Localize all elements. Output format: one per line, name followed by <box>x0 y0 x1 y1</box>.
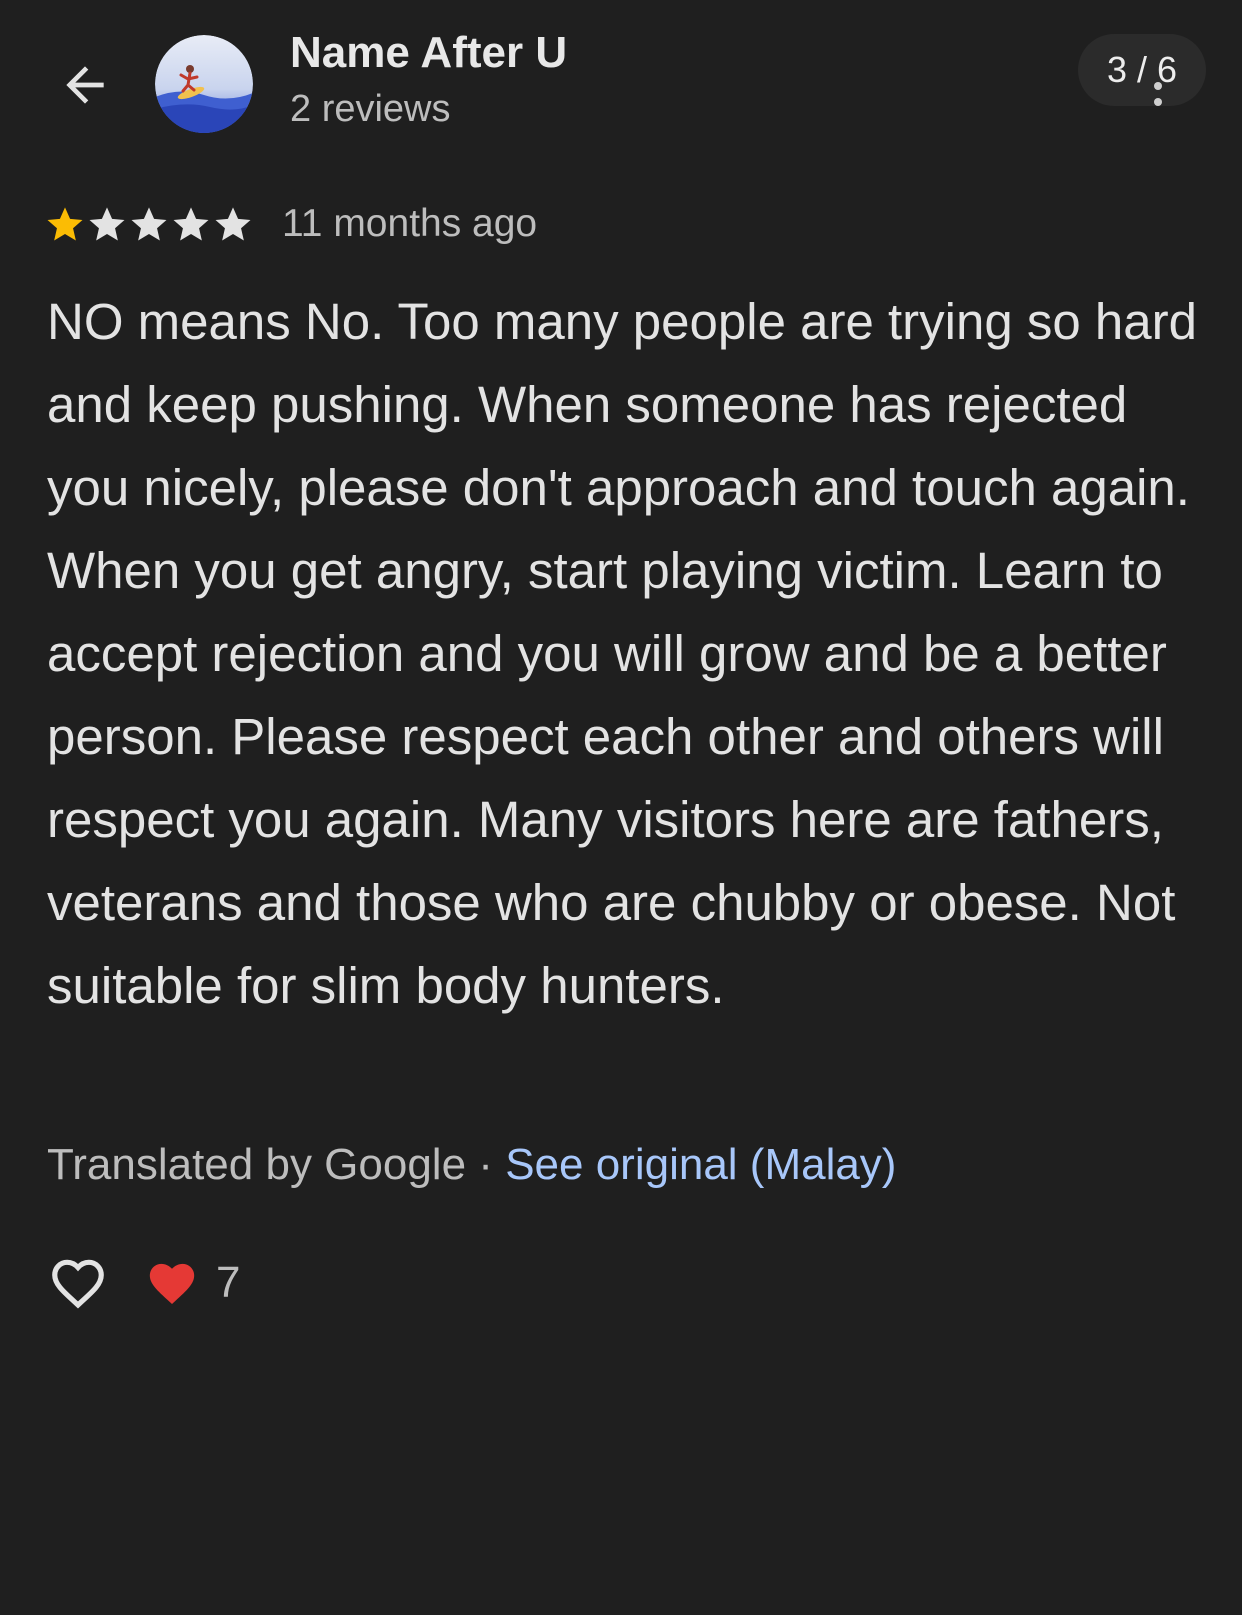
avatar[interactable] <box>155 35 253 133</box>
user-name[interactable]: Name After U <box>290 28 567 78</box>
reaction-summary[interactable]: 7 <box>144 1255 240 1311</box>
star-empty-icon <box>173 207 209 241</box>
rating-row: 11 months ago <box>44 196 537 252</box>
translation-row: Translated by Google · See original (Mal… <box>47 1140 896 1190</box>
user-review-count: 2 reviews <box>290 88 451 130</box>
star-filled-icon <box>47 207 83 241</box>
see-original-link[interactable]: See original (Malay) <box>505 1140 896 1189</box>
more-vert-icon[interactable] <box>1148 76 1168 116</box>
star-empty-icon <box>131 207 167 241</box>
surfer-avatar-image <box>155 35 253 133</box>
review-time: 11 months ago <box>282 202 538 245</box>
star-rating <box>44 203 254 245</box>
review-header: Name After U 2 reviews 3 / 6 <box>0 0 1242 170</box>
reaction-count: 7 <box>216 1258 241 1307</box>
back-button[interactable] <box>52 52 118 118</box>
star-empty-icon <box>215 207 251 241</box>
page-counter: 3 / 6 <box>1078 34 1206 106</box>
translated-by-label: Translated by Google <box>47 1140 467 1189</box>
arrow-back-icon <box>66 66 104 104</box>
star-empty-icon <box>89 207 125 241</box>
red-heart-icon <box>149 1263 195 1304</box>
review-text: NO means No. Too many people are trying … <box>47 293 1197 1014</box>
heart-outline-icon <box>52 1259 104 1309</box>
reactions-row: 7 <box>44 1248 240 1318</box>
like-button[interactable] <box>44 1249 112 1317</box>
separator-dot: · <box>478 1140 493 1189</box>
